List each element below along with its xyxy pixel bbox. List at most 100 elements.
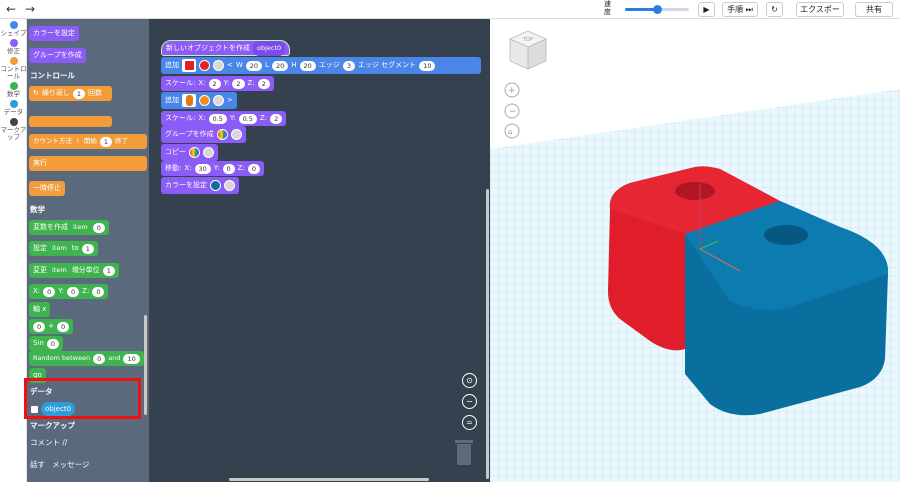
- w-value[interactable]: 20: [245, 60, 263, 71]
- category-data[interactable]: データ: [0, 100, 27, 116]
- workspace-horizontal-scrollbar[interactable]: [229, 478, 429, 481]
- palette-go-block[interactable]: go: [29, 368, 46, 383]
- palette-group-create-block[interactable]: グループを作成: [29, 48, 86, 63]
- scale1-y[interactable]: 2: [232, 78, 245, 89]
- undo-arrow-icon[interactable]: ←: [6, 2, 16, 16]
- play-button[interactable]: ▶: [698, 2, 715, 17]
- category-markup[interactable]: マークアップ: [0, 118, 27, 141]
- group-create-block[interactable]: グループを作成: [161, 126, 246, 143]
- palette-repeat-block[interactable]: ↻ 繰り返し 1 回数: [29, 86, 112, 101]
- l-value[interactable]: 20: [271, 60, 289, 71]
- scale1-z[interactable]: 2: [257, 78, 270, 89]
- move-x[interactable]: 30: [194, 163, 211, 174]
- 3d-viewport[interactable]: TOP + − ⌂: [490, 19, 900, 482]
- palette-operator-block[interactable]: 0 + 0: [29, 319, 74, 334]
- set-color-block[interactable]: カラーを設定: [161, 177, 239, 194]
- category-control[interactable]: コントロール: [0, 57, 27, 80]
- palette-change-block[interactable]: 変更 item 増分単位 1: [29, 263, 119, 278]
- redo-arrow-icon[interactable]: →: [25, 2, 35, 16]
- palette-sin-block[interactable]: Sin 0: [29, 336, 63, 351]
- palette-data-var[interactable]: object0: [41, 402, 76, 416]
- no-material-icon-3[interactable]: [230, 129, 242, 140]
- palette-var-create-block[interactable]: 変数を作成 item 0: [29, 220, 109, 235]
- chevron-left-icon[interactable]: <: [227, 58, 233, 73]
- palette-set-block[interactable]: 設定 item to 1: [29, 241, 98, 256]
- palette-count-with-block[interactable]: カウント方法 i 開始 1 終了: [29, 134, 147, 149]
- copy-rainbow-swatch[interactable]: [189, 147, 200, 158]
- red-color-swatch[interactable]: [199, 60, 210, 71]
- zoom-out-workspace-button[interactable]: −: [462, 394, 477, 409]
- workspace-vertical-scrollbar[interactable]: [486, 189, 489, 479]
- speed-slider-knob[interactable]: [653, 5, 662, 14]
- 3d-scene[interactable]: TOP + − ⌂: [490, 19, 900, 482]
- edge-value[interactable]: 3: [342, 60, 355, 71]
- zoom-out-icon[interactable]: −: [504, 103, 520, 119]
- palette-xyz-block[interactable]: X: 0 Y: 0 Z: 0: [29, 284, 109, 299]
- category-modify[interactable]: 修正: [0, 39, 27, 55]
- trash-icon[interactable]: [454, 439, 474, 466]
- hat-new-object-block[interactable]: 新しいオブジェクトを作成 object0: [161, 40, 291, 56]
- home-icon[interactable]: ⌂: [504, 123, 520, 139]
- palette-change-value[interactable]: 1: [102, 265, 115, 276]
- edge-seg-value[interactable]: 10: [419, 60, 436, 71]
- zoom-to-fit-button[interactable]: ⊙: [462, 373, 477, 388]
- palette-op[interactable]: +: [48, 319, 54, 334]
- reset-button[interactable]: ↻: [766, 2, 783, 17]
- palette-change-item[interactable]: item: [50, 263, 69, 278]
- palette-pause-block[interactable]: 一時停止: [29, 181, 65, 196]
- palette-axis-block[interactable]: 軸 x: [29, 302, 51, 317]
- no-material-icon-5[interactable]: [224, 180, 235, 191]
- scale2-z[interactable]: 2: [270, 113, 283, 124]
- h-value[interactable]: 20: [299, 60, 316, 71]
- palette-set-item[interactable]: item: [50, 241, 69, 256]
- step-button[interactable]: 手順 ⏭: [722, 2, 758, 17]
- palette-var-create-value[interactable]: 0: [92, 222, 105, 233]
- palette-random-block[interactable]: Random between 0 and 10: [29, 351, 144, 366]
- speed-slider[interactable]: [625, 5, 689, 14]
- box-shape-icon[interactable]: [182, 59, 196, 72]
- add-cylinder-block[interactable]: 追加 >: [161, 92, 237, 109]
- cylinder-shape-icon[interactable]: [182, 94, 196, 107]
- no-material-icon-4[interactable]: [203, 147, 214, 158]
- palette-say-block[interactable]: 話す メッセージ: [30, 459, 90, 470]
- palette-op-left[interactable]: 0: [33, 321, 46, 332]
- palette-count-var[interactable]: i: [75, 134, 81, 149]
- orange-color-swatch[interactable]: [199, 95, 210, 106]
- no-material-icon[interactable]: [213, 60, 224, 71]
- reset-zoom-button[interactable]: =: [462, 415, 477, 430]
- rainbow-color-swatch[interactable]: [216, 129, 228, 140]
- no-material-icon-2[interactable]: [213, 95, 224, 106]
- palette-scrollbar[interactable]: [144, 315, 147, 415]
- move-y[interactable]: 0: [222, 163, 235, 174]
- palette-repeat-count[interactable]: 1: [72, 88, 86, 99]
- palette-xyz-y-val[interactable]: 0: [67, 286, 80, 297]
- scale2-y[interactable]: 0.5: [238, 113, 257, 124]
- export-button[interactable]: エクスポート: [796, 2, 844, 27]
- palette-count-start[interactable]: 1: [99, 136, 112, 147]
- category-math[interactable]: 数学: [0, 82, 27, 98]
- palette-sin-value[interactable]: 0: [46, 338, 59, 349]
- scale-block-1[interactable]: スケール: X: 2 Y: 2 Z: 2: [161, 76, 274, 91]
- scale2-x[interactable]: 0.5: [208, 113, 227, 124]
- palette-set-color-block[interactable]: カラーを設定: [29, 26, 79, 41]
- palette-random-to[interactable]: 10: [123, 353, 140, 364]
- hat-var-dropdown[interactable]: object0: [253, 40, 286, 56]
- zoom-in-icon[interactable]: +: [504, 82, 520, 98]
- move-block[interactable]: 移動: X: 30 Y: 0 Z: 0: [161, 161, 264, 176]
- palette-set-value[interactable]: 1: [81, 243, 94, 254]
- palette-xyz-x-val[interactable]: 0: [43, 286, 56, 297]
- palette-random-from[interactable]: 0: [93, 353, 106, 364]
- palette-xyz-z-val[interactable]: 0: [92, 286, 105, 297]
- palette-var-create-item[interactable]: item: [71, 220, 90, 235]
- blue-color-swatch[interactable]: [210, 180, 221, 191]
- add-box-block[interactable]: 追加 < W 20 L 20 H 20 エッジ 3 エッジ セグメント 10: [161, 57, 481, 74]
- palette-run-block[interactable]: 実行: [29, 156, 147, 171]
- copy-block[interactable]: コピー: [161, 144, 218, 161]
- scale1-x[interactable]: 2: [208, 78, 221, 89]
- share-button[interactable]: 共有: [855, 2, 893, 17]
- data-var-checkbox[interactable]: [31, 406, 38, 413]
- scale-block-2[interactable]: スケール: X: 0.5 Y: 0.5 Z: 2: [161, 111, 287, 126]
- category-shape[interactable]: シェイプ: [0, 21, 27, 37]
- view-cube[interactable]: TOP: [509, 30, 547, 70]
- chevron-right-icon[interactable]: >: [227, 93, 233, 108]
